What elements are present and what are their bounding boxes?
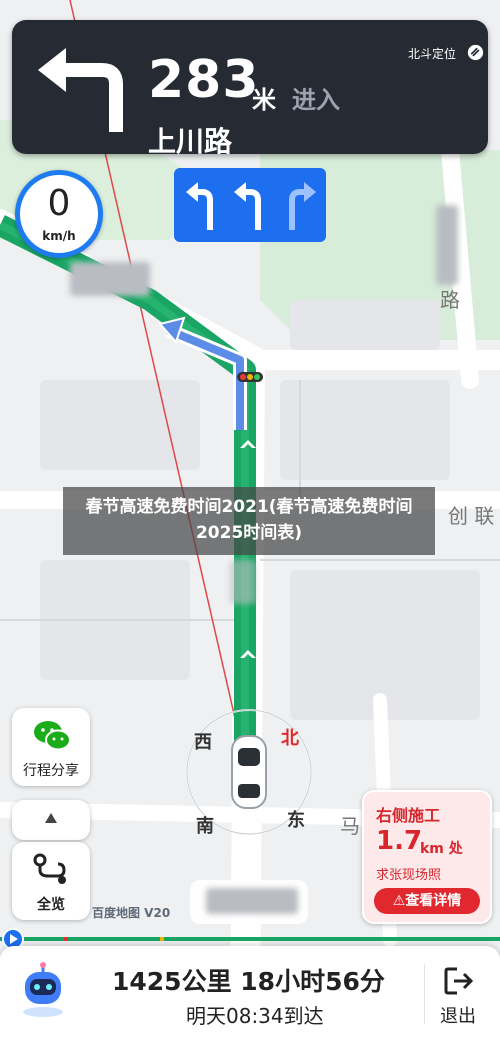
satellite-icon	[467, 44, 484, 61]
lane-guidance	[174, 168, 326, 242]
ai-assistant-icon[interactable]	[18, 962, 68, 1018]
arrival-time: 明天08:34到达	[186, 1004, 324, 1028]
left-turn-arrow-icon	[234, 182, 261, 230]
map-road-label: 路	[440, 288, 460, 312]
overlay-banner: 春节高速免费时间2021(春节高速免费时间2025时间表)	[63, 487, 435, 555]
compass-north: 北	[281, 728, 299, 749]
blurred-poi-label	[206, 888, 298, 914]
maneuver-distance: 283	[148, 50, 260, 110]
speedometer: 0 km/h	[15, 170, 103, 258]
maneuver-action: 进入	[292, 86, 340, 114]
left-turn-arrow-icon	[186, 182, 213, 230]
warning-icon: ⚠	[392, 893, 406, 909]
remaining-distance-time: 1425公里 18小时56分	[112, 967, 385, 996]
route-progress-bar	[0, 937, 500, 941]
wechat-icon	[34, 721, 71, 751]
right-turn-arrow-icon	[289, 182, 316, 230]
speed-value: 0	[47, 183, 71, 224]
exit-button[interactable]	[430, 960, 490, 1040]
bottom-bar: 1425公里 18小时56分 明天08:34到达 退出	[0, 946, 500, 1043]
construction-alert-card[interactable]: 右侧施工 1.7 km 处 求张现场照 ⚠查看详情	[362, 790, 492, 924]
compass-west: 西	[194, 732, 212, 753]
compass-south: 南	[196, 816, 214, 837]
overview-button[interactable]: 全览	[12, 842, 90, 920]
left-turn-icon	[38, 48, 123, 132]
alert-title: 右侧施工	[376, 806, 441, 825]
map-road-label: 马	[340, 814, 360, 838]
view-details-label: 查看详情	[405, 893, 462, 909]
overview-label: 全览	[37, 897, 65, 913]
blurred-poi-label	[70, 262, 150, 296]
positioning-label: 北斗定位	[408, 47, 457, 61]
route-share-label: 行程分享	[23, 763, 79, 779]
route-overview-icon	[33, 853, 66, 884]
alert-distance-unit: km 处	[420, 841, 463, 857]
view-details-button[interactable]: ⚠查看详情	[374, 888, 480, 914]
blurred-poi-label	[230, 560, 256, 604]
divider	[424, 964, 425, 1024]
route-share-button[interactable]: 行程分享	[12, 708, 90, 786]
map-road-label: 创 联	[448, 504, 495, 528]
compass-east: 东	[287, 810, 305, 831]
exit-label: 退出	[440, 1006, 476, 1027]
chevron-up-icon	[45, 813, 57, 823]
alert-distance: 1.7	[376, 826, 423, 856]
collapse-button[interactable]	[12, 800, 90, 840]
exit-icon	[444, 967, 474, 995]
speed-unit: km/h	[42, 229, 76, 243]
blurred-poi-label	[436, 205, 458, 285]
next-road-name: 上川路	[148, 125, 233, 158]
maneuver-card: 283 米 进入 上川路 北斗定位	[12, 20, 488, 158]
maneuver-distance-unit: 米	[252, 86, 276, 114]
alert-subtitle: 求张现场照	[376, 868, 442, 883]
map-logo: 百度地图 V20	[92, 906, 171, 920]
